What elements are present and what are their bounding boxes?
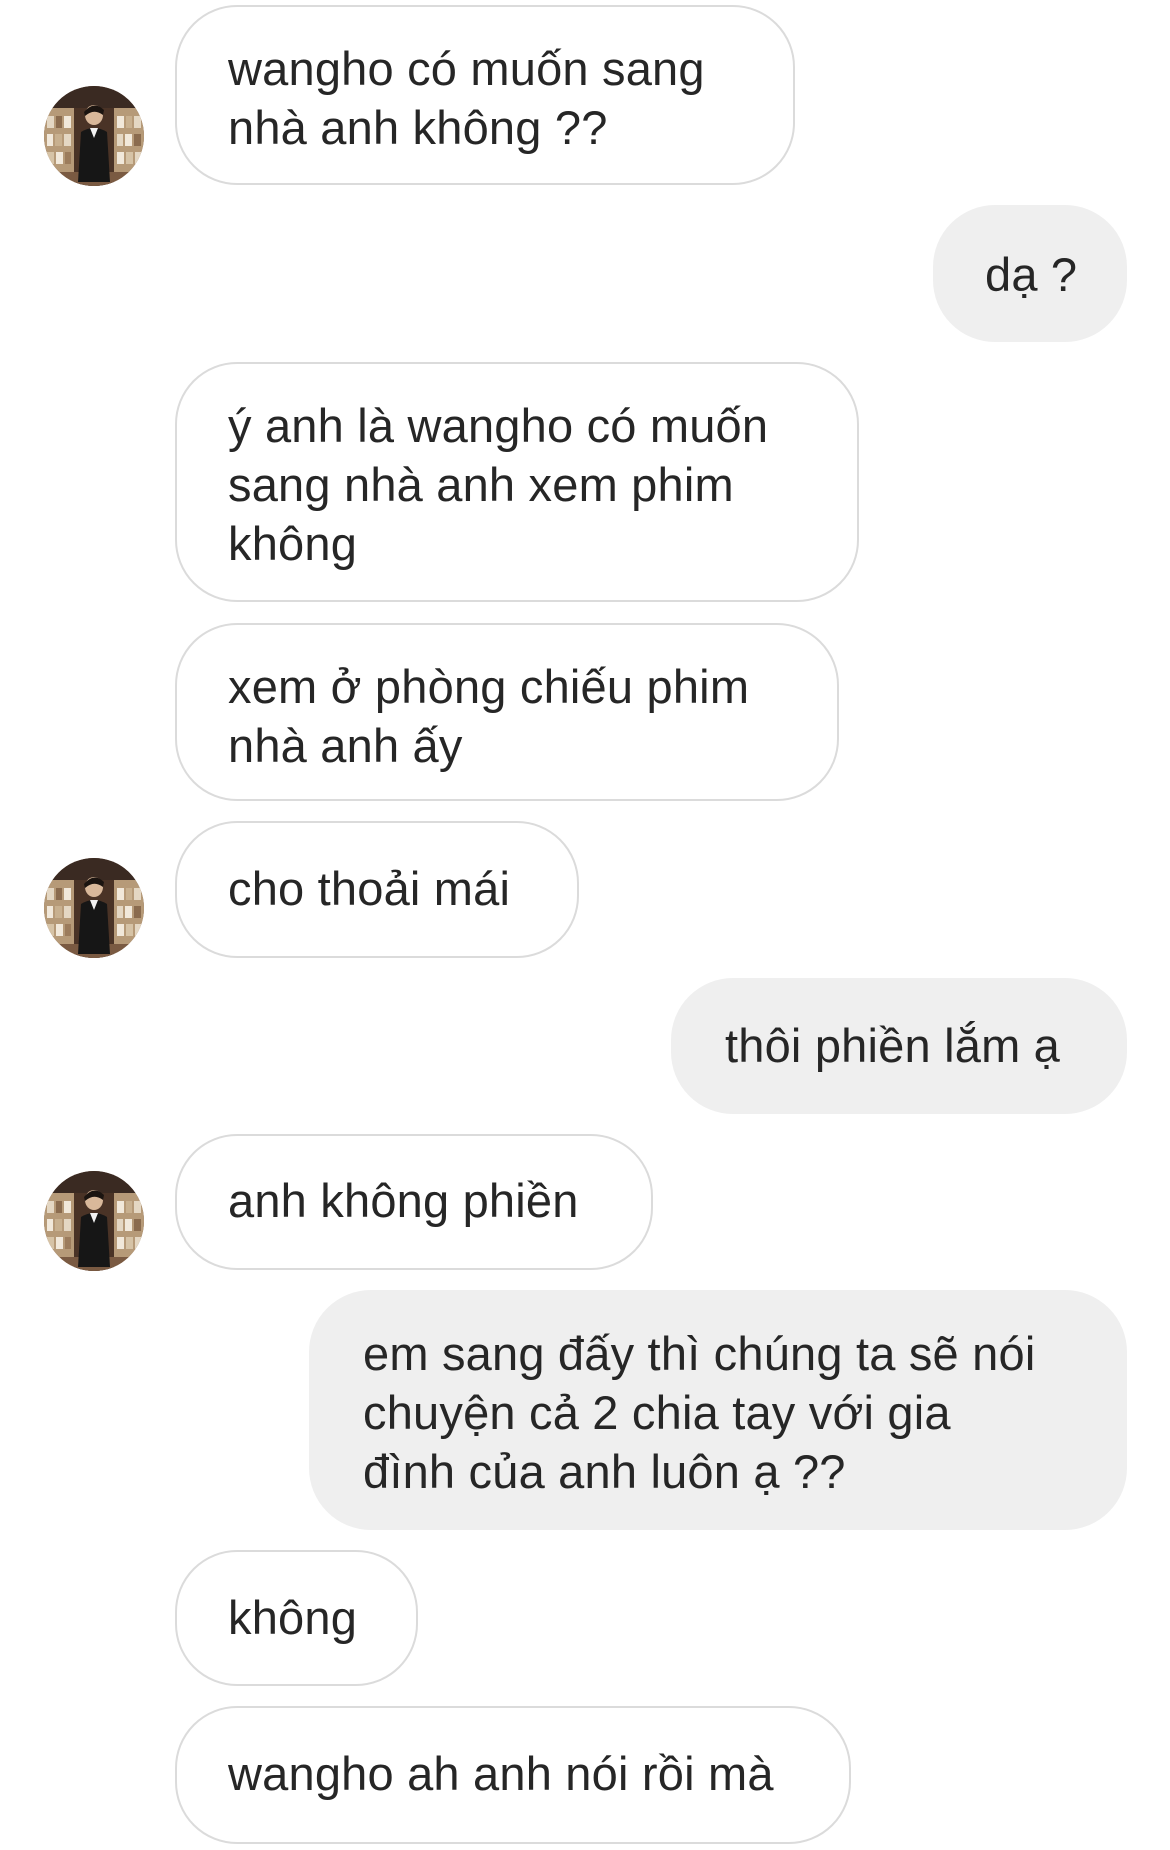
message-text: wangho có muốn sang — [228, 42, 705, 95]
message-text: anh không phiền — [228, 1174, 579, 1227]
contact-avatar[interactable] — [44, 1171, 144, 1271]
contact-avatar-photo-icon — [44, 858, 144, 958]
message-text: em sang đấy thì chúng ta sẽ nói — [363, 1327, 1036, 1380]
outgoing-message-bubble[interactable]: thôi phiền lắm ạ — [671, 978, 1127, 1114]
contact-avatar[interactable] — [44, 858, 144, 958]
message-text: nhà anh ấy — [228, 719, 463, 772]
incoming-message-bubble[interactable]: không — [175, 1550, 418, 1686]
message-text: ý anh là wangho có muốn — [228, 399, 769, 452]
message-text: đình của anh luôn ạ ?? — [363, 1445, 846, 1498]
message-text: cho thoải mái — [228, 862, 511, 915]
message-text: wangho ah anh nói rồi mà — [228, 1747, 774, 1800]
outgoing-message-bubble[interactable]: dạ ? — [933, 205, 1127, 342]
outgoing-message-bubble[interactable]: em sang đấy thì chúng ta sẽ nói chuyện c… — [309, 1290, 1127, 1530]
message-text: xem ở phòng chiếu phim — [228, 660, 750, 713]
message-text: không — [228, 1591, 358, 1644]
incoming-message-bubble[interactable]: cho thoải mái — [175, 821, 579, 958]
message-text: không — [228, 517, 358, 570]
incoming-message-bubble[interactable]: xem ở phòng chiếu phim nhà anh ấy — [175, 623, 839, 801]
message-text: nhà anh không ?? — [228, 101, 608, 154]
message-text: chuyện cả 2 chia tay với gia — [363, 1386, 951, 1439]
contact-avatar[interactable] — [44, 86, 144, 186]
message-text: sang nhà anh xem phim — [228, 458, 734, 511]
contact-avatar-photo-icon — [44, 86, 144, 186]
incoming-message-bubble[interactable]: wangho có muốn sang nhà anh không ?? — [175, 5, 795, 185]
incoming-message-bubble[interactable]: anh không phiền — [175, 1134, 653, 1270]
contact-avatar-photo-icon — [44, 1171, 144, 1271]
message-text: dạ ? — [985, 248, 1078, 301]
incoming-message-bubble[interactable]: wangho ah anh nói rồi mà — [175, 1706, 851, 1844]
message-text: thôi phiền lắm ạ — [725, 1019, 1061, 1072]
incoming-message-bubble[interactable]: ý anh là wangho có muốn sang nhà anh xem… — [175, 362, 859, 602]
